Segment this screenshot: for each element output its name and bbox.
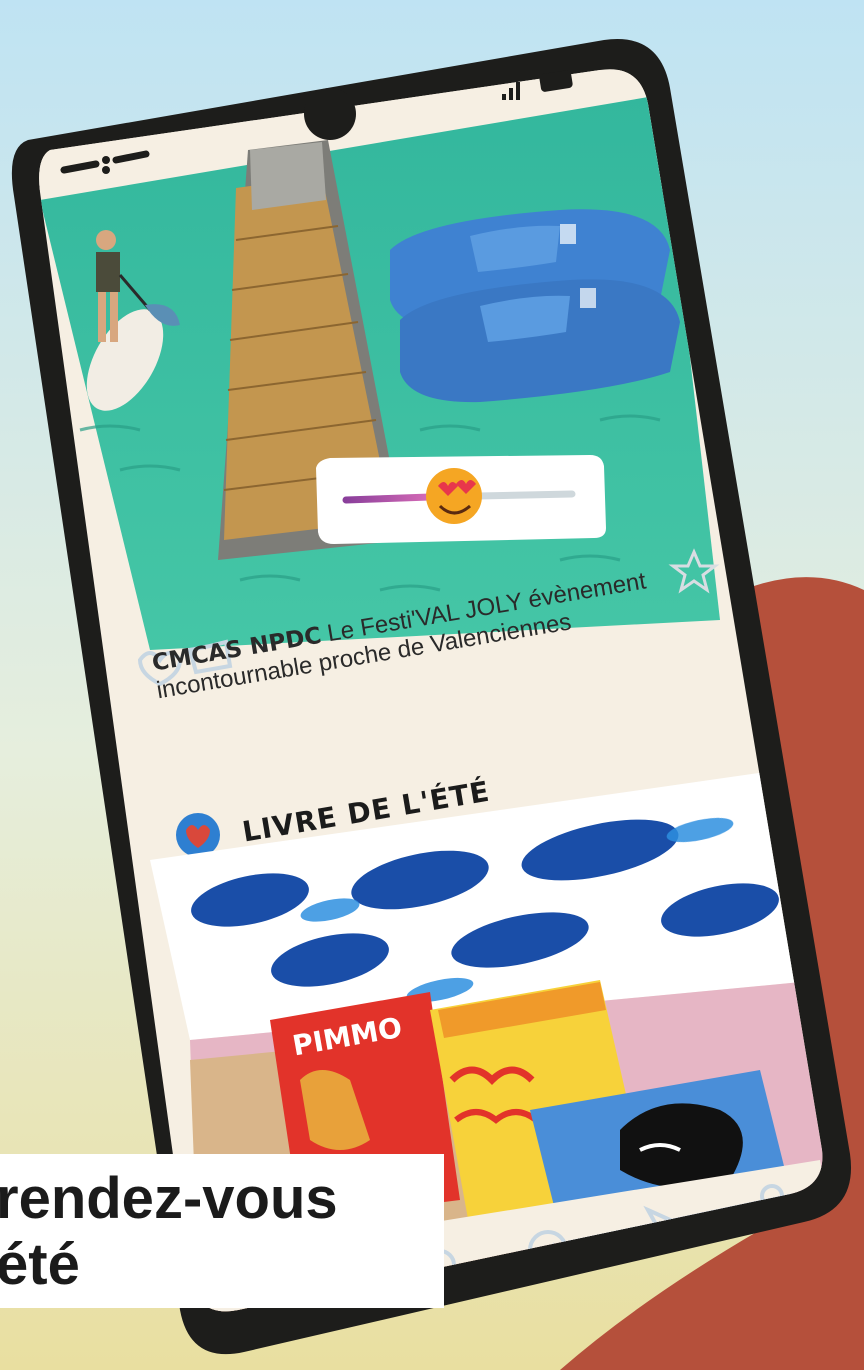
section-heart-icon xyxy=(176,813,220,857)
reaction-slider[interactable] xyxy=(316,455,606,544)
caption-line-2: été xyxy=(0,1232,80,1297)
slider-track-fill xyxy=(342,493,434,504)
pedal-boats xyxy=(390,209,680,403)
camera-notch xyxy=(304,88,356,140)
heart-eyes-emoji[interactable] xyxy=(426,468,482,524)
caption-box: rendez-vous été xyxy=(0,1154,444,1308)
caption-line-1: rendez-vous xyxy=(0,1166,338,1231)
